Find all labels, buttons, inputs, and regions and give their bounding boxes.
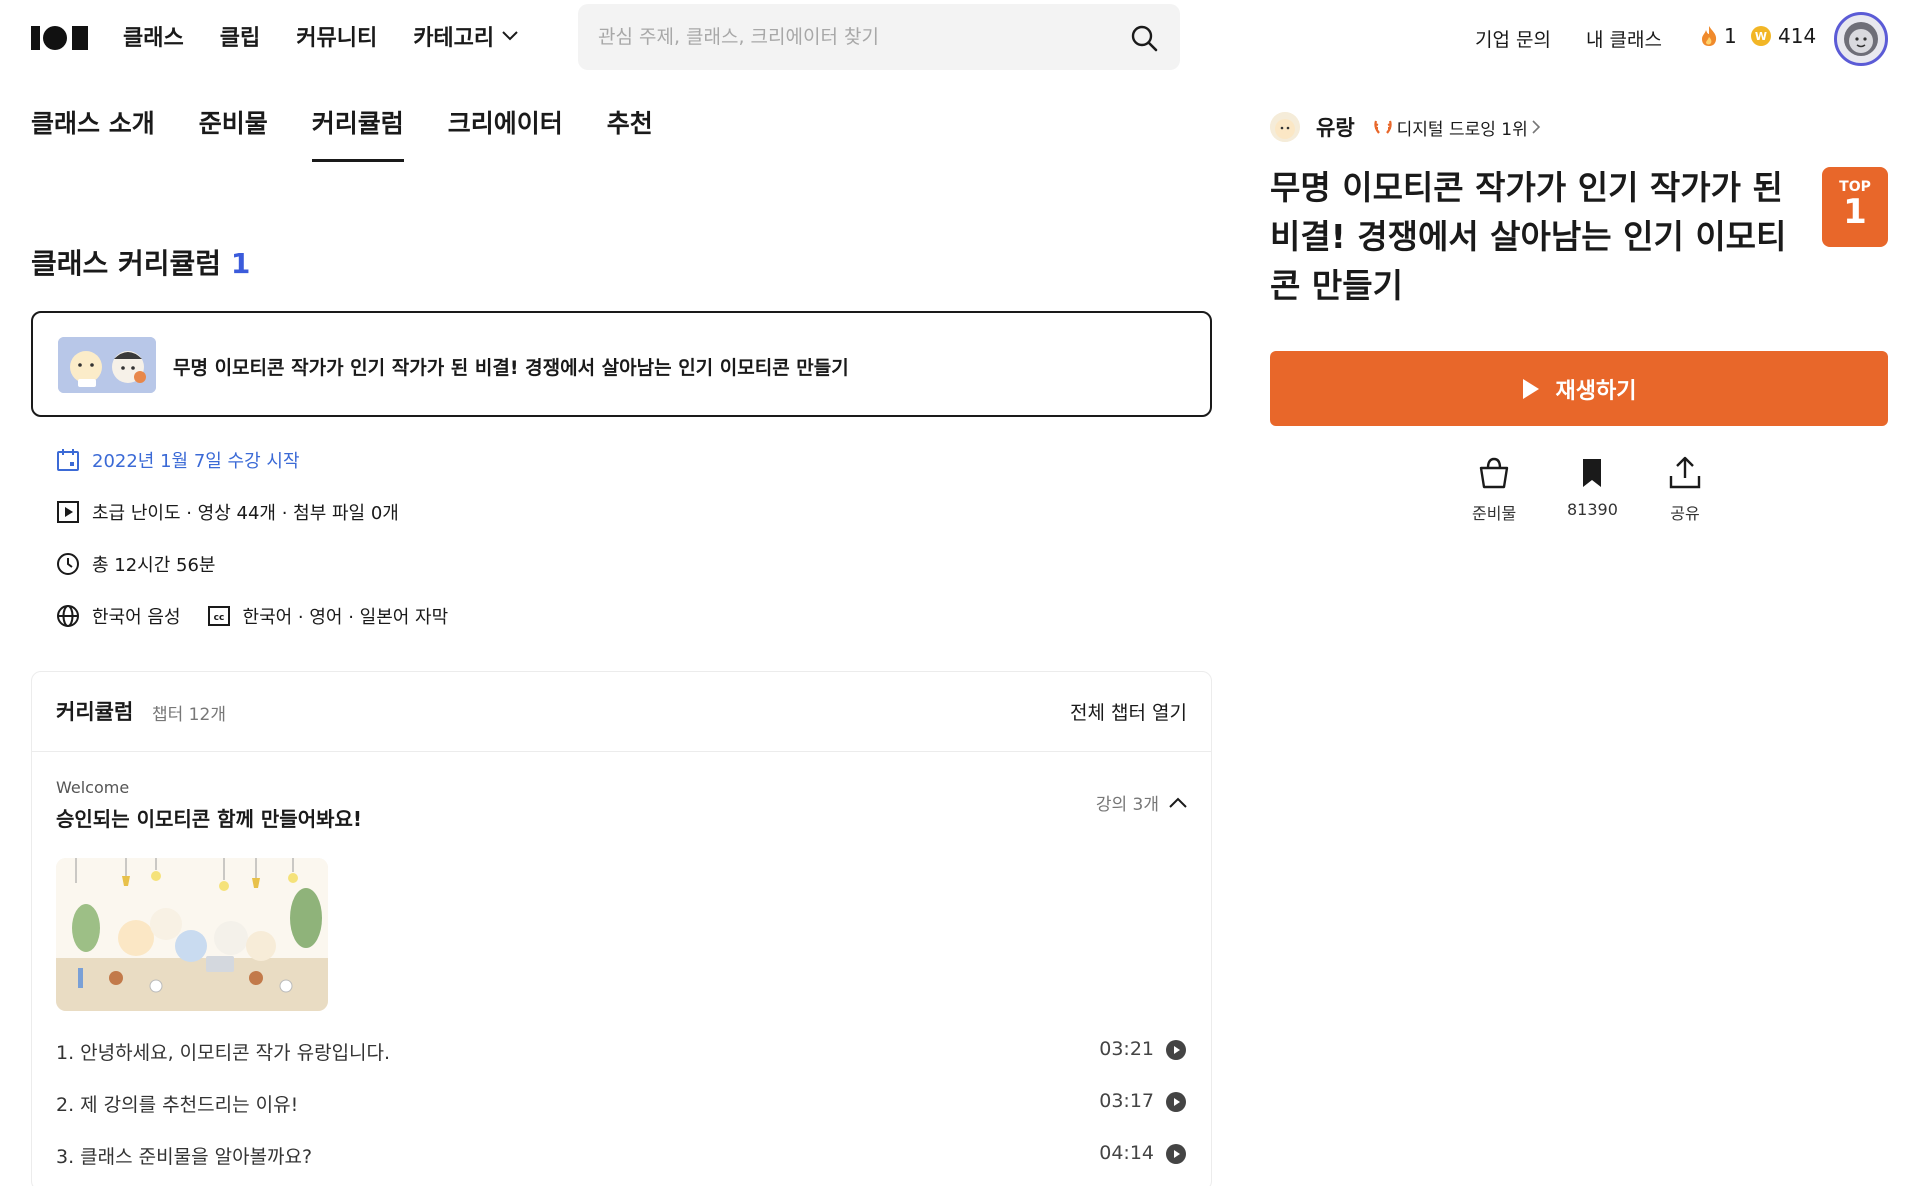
subtitle-languages: 한국어 · 영어 · 일본어 자막: [242, 607, 449, 628]
supplies-action-label: 준비물: [1472, 504, 1517, 523]
top-rank-badge: TOP 1: [1822, 167, 1888, 247]
play-button[interactable]: 재생하기: [1270, 351, 1888, 426]
curriculum-box-header: 커리큘럼 챕터 12개 전체 챕터 열기: [32, 672, 1211, 752]
share-action[interactable]: 공유: [1668, 456, 1702, 524]
class-thumbnail: [58, 337, 156, 393]
level-info-row: 초급 난이도 · 영상 44개 · 첨부 파일 0개: [56, 499, 399, 525]
chevron-down-icon: [502, 31, 518, 41]
laurel-icon: [1373, 120, 1392, 134]
open-all-chapters-button[interactable]: 전체 챕터 열기: [1070, 698, 1187, 725]
my-class-link[interactable]: 내 클래스: [1586, 25, 1662, 52]
total-duration: 총 12시간 56분: [92, 555, 216, 576]
chevron-up-icon: [1169, 797, 1187, 808]
bookmark-icon: [1583, 459, 1602, 487]
lesson-row-3[interactable]: 3. 클래스 준비물을 알아볼까요? 04:14: [56, 1138, 1186, 1168]
lecture-count: 강의 3개: [1095, 795, 1159, 815]
play-button-label: 재생하기: [1555, 377, 1637, 403]
shopping-bag-icon: [1479, 457, 1509, 489]
chapter-label: Welcome: [56, 778, 130, 797]
creator-avatar[interactable]: [1270, 112, 1300, 142]
lesson-duration: 03:17: [1099, 1090, 1154, 1112]
tab-recommend[interactable]: 추천: [607, 104, 653, 162]
chapter-title: 승인되는 이모티콘 함께 만들어봐요!: [56, 807, 363, 831]
coin-count: 414: [1778, 24, 1817, 48]
audio-language: 한국어 음성: [92, 607, 181, 628]
lesson-duration: 03:21: [1099, 1038, 1154, 1060]
share-action-label: 공유: [1670, 504, 1700, 523]
lesson-row-1[interactable]: 1. 안녕하세요, 이모티콘 작가 유랑입니다. 03:21: [56, 1034, 1186, 1064]
play-circle-icon[interactable]: [1166, 1144, 1186, 1164]
user-avatar[interactable]: [1834, 12, 1888, 66]
curriculum-heading-label: 클래스 커리큘럼: [31, 247, 222, 280]
lesson-duration: 04:14: [1099, 1142, 1154, 1164]
curriculum-heading: 클래스 커리큘럼 1: [31, 242, 250, 282]
main-menu: 클래스 클립 커뮤니티 카테고리: [123, 20, 518, 52]
curriculum-box: 커리큘럼 챕터 12개 전체 챕터 열기 Welcome 승인되는 이모티콘 함…: [31, 671, 1212, 1186]
bookmark-action[interactable]: 81390: [1567, 456, 1618, 519]
chapter-collapse-toggle[interactable]: 강의 3개: [1096, 790, 1187, 815]
nav-clip[interactable]: 클립: [220, 20, 260, 52]
svg-text:W: W: [1755, 30, 1767, 43]
clock-icon: [57, 553, 79, 575]
level-info: 초급 난이도 · 영상 44개 · 첨부 파일 0개: [92, 503, 399, 524]
lesson-row-2[interactable]: 2. 제 강의를 추천드리는 이유! 03:17: [56, 1086, 1186, 1116]
globe-icon: [57, 605, 79, 627]
start-date-row: 2022년 1월 7일 수강 시작: [56, 447, 300, 473]
nav-category-label: 카테고리: [413, 26, 495, 51]
start-date: 2022년 1월 7일 수강 시작: [92, 451, 300, 472]
lesson-title: 3. 클래스 준비물을 알아볼까요?: [56, 1146, 313, 1168]
share-icon: [1669, 456, 1701, 489]
top-navigation: 클래스 클립 커뮤니티 카테고리 기업 문의 내 클래스 1 W 414: [0, 0, 1918, 74]
top-badge-rank: 1: [1843, 192, 1867, 232]
nav-community[interactable]: 커뮤니티: [296, 20, 377, 52]
curriculum-box-title: 커리큘럼: [56, 700, 134, 724]
play-circle-icon[interactable]: [1166, 1092, 1186, 1112]
class-selector-card[interactable]: 무명 이모티콘 작가가 인기 작가가 된 비결! 경쟁에서 살아남는 인기 이모…: [31, 311, 1212, 417]
coin-icon: W: [1751, 26, 1771, 46]
logo-101[interactable]: [31, 24, 88, 52]
search-bar: [578, 4, 1180, 70]
bookmark-count: 81390: [1567, 500, 1618, 519]
svg-text:cc: cc: [213, 613, 224, 623]
supplies-action[interactable]: 준비물: [1472, 456, 1516, 524]
fire-count: 1: [1724, 24, 1737, 48]
search-icon[interactable]: [1130, 24, 1158, 52]
play-circle-icon[interactable]: [1166, 1040, 1186, 1060]
tab-introduction[interactable]: 클래스 소개: [31, 104, 155, 162]
closed-caption-icon: cc: [207, 606, 230, 626]
creator-rank: 디지털 드로잉 1위: [1396, 119, 1528, 140]
emoticon-thumbnail-image: [58, 337, 156, 393]
tab-supplies[interactable]: 준비물: [199, 104, 268, 162]
creator-info: 유랑 디지털 드로잉 1위: [1270, 112, 1541, 142]
chapter-thumbnail: [56, 858, 328, 1011]
video-icon: [57, 501, 79, 523]
chevron-right-icon: [1532, 120, 1540, 134]
calendar-icon: [57, 449, 79, 471]
lesson-title: 2. 제 강의를 추천드리는 이유!: [56, 1094, 299, 1116]
lesson-title: 1. 안녕하세요, 이모티콘 작가 유랑입니다.: [56, 1042, 391, 1064]
tab-curriculum[interactable]: 커리큘럼: [311, 104, 404, 162]
nav-category[interactable]: 카테고리: [413, 20, 518, 52]
class-title: 무명 이모티콘 작가가 인기 작가가 된 비결! 경쟁에서 살아남는 인기 이모…: [1270, 168, 1787, 305]
class-card-title: 무명 이모티콘 작가가 인기 작가가 된 비결! 경쟁에서 살아남는 인기 이모…: [173, 357, 849, 379]
avatar-face-icon: [1844, 22, 1878, 56]
chapter-count: 챕터 12개: [152, 705, 226, 725]
coin-counter[interactable]: W 414: [1750, 24, 1816, 48]
section-tabs: 클래스 소개 준비물 커리큘럼 크리에이터 추천: [31, 104, 653, 162]
fire-icon: [1702, 26, 1717, 46]
language-row: 한국어 음성 cc 한국어 · 영어 · 일본어 자막: [56, 603, 448, 629]
nav-class[interactable]: 클래스: [123, 20, 184, 52]
play-icon: [1522, 378, 1539, 399]
creator-name[interactable]: 유랑: [1316, 112, 1355, 142]
curriculum-class-count: 1: [230, 247, 251, 280]
creator-rank-link[interactable]: 디지털 드로잉 1위: [1373, 115, 1541, 140]
search-input[interactable]: [598, 20, 1118, 54]
emoticon-cafe-illustration: [56, 858, 328, 1011]
business-inquiry-link[interactable]: 기업 문의: [1475, 25, 1551, 52]
duration-row: 총 12시간 56분: [56, 551, 216, 577]
tab-creator[interactable]: 크리에이터: [448, 104, 563, 162]
fire-counter[interactable]: 1: [1700, 24, 1737, 48]
